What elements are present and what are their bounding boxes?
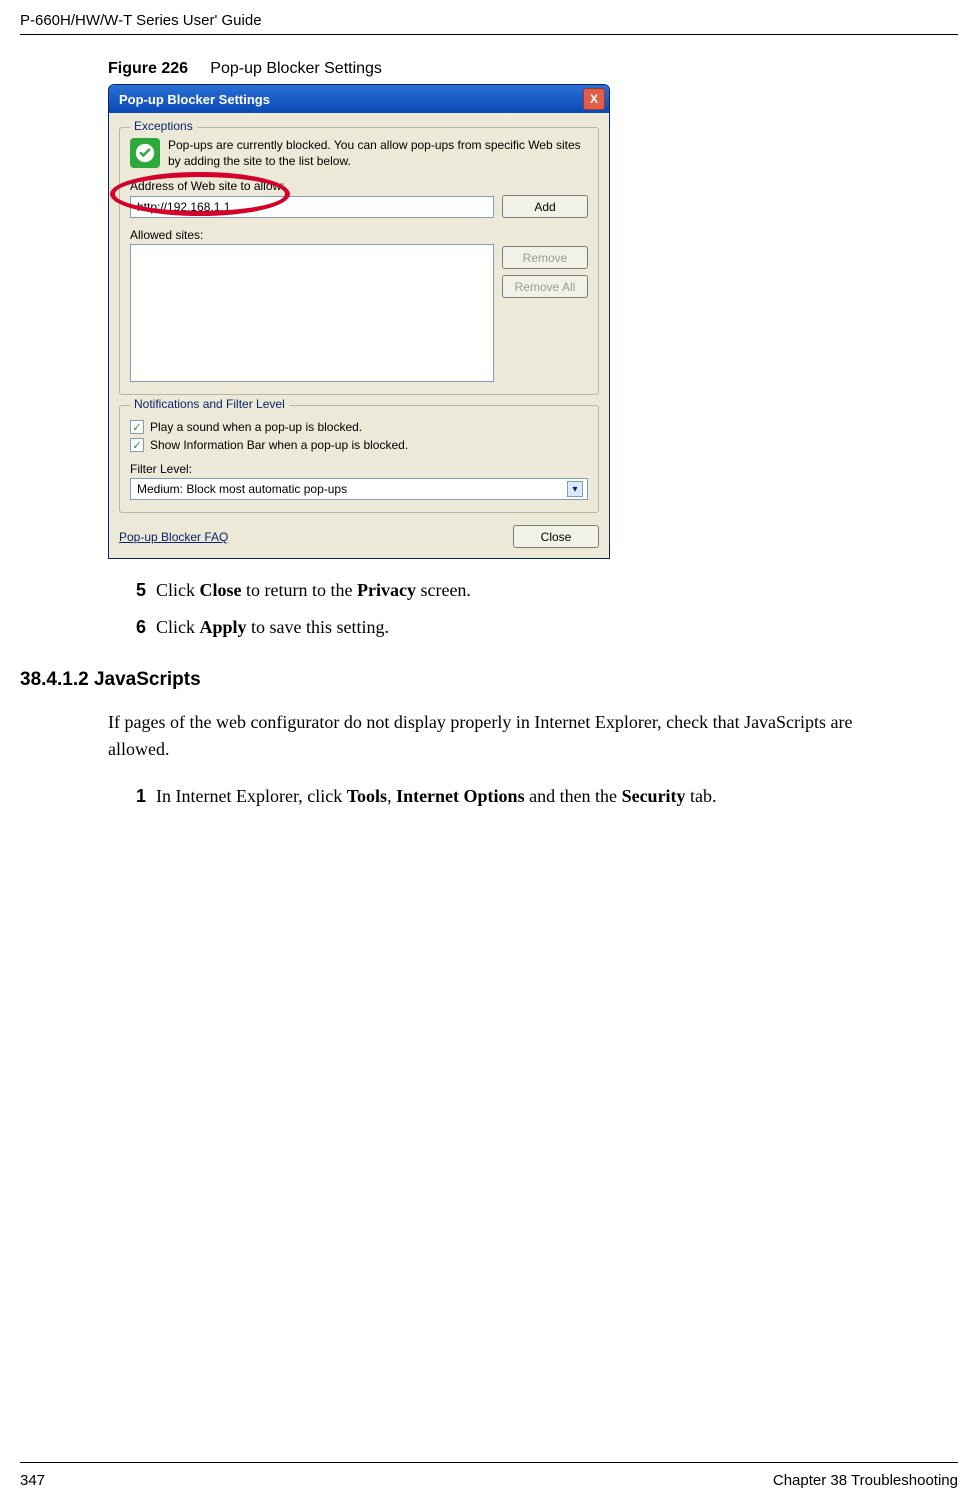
notifications-legend: Notifications and Filter Level bbox=[130, 397, 289, 411]
step-text: In Internet Explorer, click Tools, Inter… bbox=[156, 783, 717, 810]
chevron-down-icon: ▾ bbox=[567, 481, 583, 497]
figure-title: Pop-up Blocker Settings bbox=[210, 60, 382, 77]
step-text: Click Close to return to the Privacy scr… bbox=[156, 577, 471, 604]
show-info-bar-label: Show Information Bar when a pop-up is bl… bbox=[150, 438, 408, 452]
step-number: 5 bbox=[128, 577, 146, 604]
exceptions-legend: Exceptions bbox=[130, 119, 197, 133]
notifications-group: Notifications and Filter Level ✓ Play a … bbox=[119, 405, 599, 513]
filter-level-label: Filter Level: bbox=[130, 462, 588, 476]
dialog-body: Exceptions Pop-ups are currently blocked… bbox=[109, 113, 609, 558]
section-heading: 38.4.1.2 JavaScripts bbox=[0, 669, 908, 691]
page-number: 347 bbox=[20, 1472, 45, 1489]
close-icon: X bbox=[590, 93, 598, 105]
dialog-titlebar: Pop-up Blocker Settings X bbox=[109, 85, 609, 113]
chapter-label: Chapter 38 Troubleshooting bbox=[773, 1472, 958, 1489]
allowed-icon bbox=[130, 138, 160, 168]
step-text: Click Apply to save this setting. bbox=[156, 614, 389, 641]
allowed-sites-label: Allowed sites: bbox=[130, 228, 494, 242]
step-1: 1 In Internet Explorer, click Tools, Int… bbox=[128, 783, 908, 810]
section-paragraph: If pages of the web configurator do not … bbox=[108, 709, 908, 763]
content-area: Figure 226 Pop-up Blocker Settings Pop-u… bbox=[108, 60, 908, 820]
step-5: 5 Click Close to return to the Privacy s… bbox=[128, 577, 908, 604]
section-steps: 1 In Internet Explorer, click Tools, Int… bbox=[108, 783, 908, 810]
step-number: 1 bbox=[128, 783, 146, 810]
step-6: 6 Click Apply to save this setting. bbox=[128, 614, 908, 641]
address-row: Add bbox=[130, 195, 588, 218]
exceptions-group: Exceptions Pop-ups are currently blocked… bbox=[119, 127, 599, 395]
step-number: 6 bbox=[128, 614, 146, 641]
play-sound-checkbox[interactable]: ✓ bbox=[130, 420, 144, 434]
remove-all-button: Remove All bbox=[502, 275, 588, 298]
dialog-bottom-row: Pop-up Blocker FAQ Close bbox=[119, 525, 599, 548]
allowed-sites-list[interactable] bbox=[130, 244, 494, 382]
address-input[interactable] bbox=[130, 196, 494, 218]
popup-blocker-faq-link[interactable]: Pop-up Blocker FAQ bbox=[119, 530, 228, 544]
popup-blocker-settings-dialog: Pop-up Blocker Settings X Exceptions Pop… bbox=[108, 84, 610, 559]
figure-label: Figure 226 bbox=[108, 60, 188, 77]
footer: 347 Chapter 38 Troubleshooting bbox=[20, 1472, 958, 1489]
header-rule bbox=[20, 34, 958, 35]
filter-level-select[interactable]: Medium: Block most automatic pop-ups ▾ bbox=[130, 478, 588, 500]
address-label: Address of Web site to allow: bbox=[130, 179, 588, 193]
footer-rule bbox=[20, 1462, 958, 1463]
page: P-660H/HW/W-T Series User' Guide Figure … bbox=[0, 0, 978, 1503]
dialog-title: Pop-up Blocker Settings bbox=[119, 92, 270, 107]
running-header: P-660H/HW/W-T Series User' Guide bbox=[0, 12, 978, 35]
window-close-button[interactable]: X bbox=[583, 88, 605, 110]
close-button[interactable]: Close bbox=[513, 525, 599, 548]
post-figure-steps: 5 Click Close to return to the Privacy s… bbox=[108, 577, 908, 641]
add-button[interactable]: Add bbox=[502, 195, 588, 218]
show-info-bar-checkbox[interactable]: ✓ bbox=[130, 438, 144, 452]
remove-button: Remove bbox=[502, 246, 588, 269]
filter-level-value: Medium: Block most automatic pop-ups bbox=[137, 482, 347, 496]
exceptions-info-text: Pop-ups are currently blocked. You can a… bbox=[168, 138, 588, 169]
exceptions-info: Pop-ups are currently blocked. You can a… bbox=[130, 138, 588, 169]
figure-caption: Figure 226 Pop-up Blocker Settings bbox=[108, 60, 908, 78]
play-sound-label: Play a sound when a pop-up is blocked. bbox=[150, 420, 362, 434]
